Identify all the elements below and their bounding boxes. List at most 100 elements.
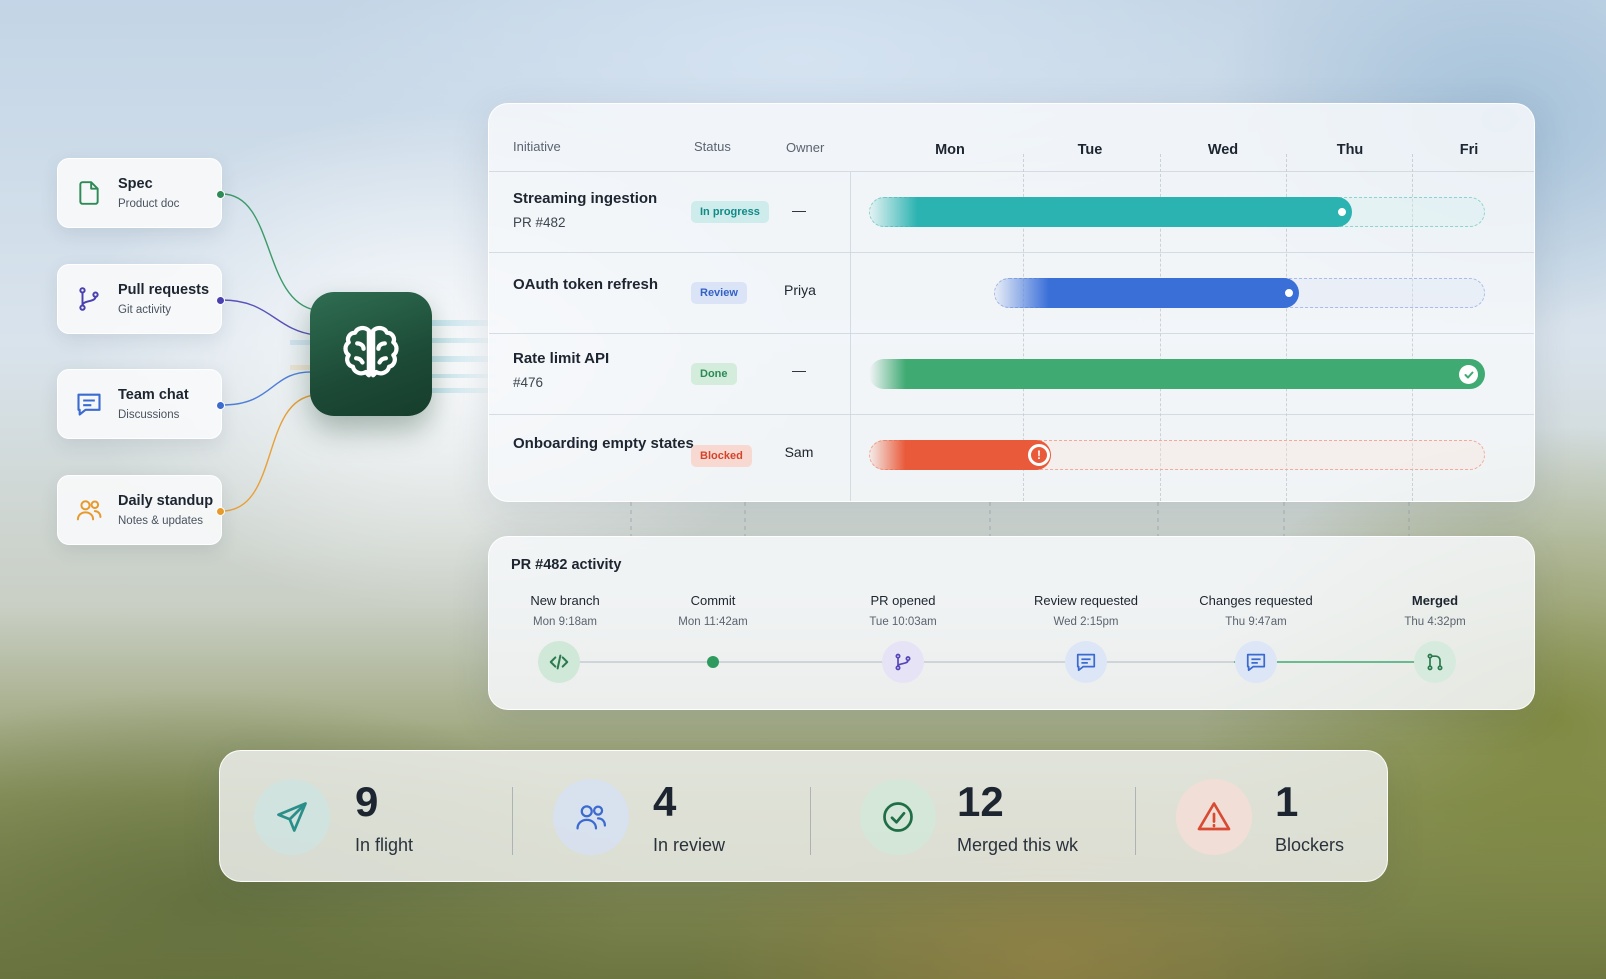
source-card-spec[interactable]: Spec Product doc <box>57 158 225 228</box>
event-time: Thu 4:32pm <box>1404 616 1466 628</box>
event-time: Tue 10:03am <box>869 616 937 628</box>
day-header-thu: Thu <box>1336 142 1364 158</box>
task-name: OAuth token refresh <box>513 276 659 293</box>
ai-hub[interactable] <box>310 292 432 416</box>
status-badge: Done <box>691 363 737 385</box>
stat-divider <box>810 787 811 855</box>
progress-handle[interactable] <box>1333 203 1351 221</box>
git-branch-icon <box>74 284 104 314</box>
day-header-wed: Wed <box>1207 142 1239 158</box>
source-title: Daily standup <box>118 493 214 509</box>
commit-dot[interactable] <box>707 656 719 668</box>
warning-icon <box>1176 779 1252 855</box>
activity-event: New branch Mon 9:18am <box>530 593 599 628</box>
column-header-owner: Owner <box>786 140 825 155</box>
activity-event: Review requested Wed 2:15pm <box>1034 593 1138 628</box>
initiatives-gantt-panel: Initiative Status Owner Mon Tue Wed Thu … <box>488 103 1535 502</box>
progress-handle[interactable] <box>1280 284 1298 302</box>
source-subtitle: Discussions <box>118 409 180 421</box>
stat-divider <box>512 787 513 855</box>
brain-icon <box>343 325 399 378</box>
send-icon <box>254 779 330 855</box>
task-name: Streaming ingestion <box>513 190 658 207</box>
source-card-pull-requests[interactable]: Pull requests Git activity <box>57 264 225 334</box>
row-divider <box>489 171 1534 172</box>
task-name: Onboarding empty states <box>513 435 694 452</box>
event-label: Changes requested <box>1199 593 1313 608</box>
chat-icon[interactable] <box>1065 641 1107 683</box>
source-port-dot <box>216 401 225 410</box>
stat-value-merged: 12 <box>957 778 1004 825</box>
activity-event: Merged Thu 4:32pm <box>1404 593 1465 628</box>
gantt-row-onboarding-empty-states[interactable]: Onboarding empty states <box>513 435 694 452</box>
event-time: Mon 11:42am <box>678 616 748 628</box>
users-icon <box>74 495 104 525</box>
activity-event: PR opened Tue 10:03am <box>869 593 936 628</box>
event-time: Wed 2:15pm <box>1053 616 1119 628</box>
source-port-dot <box>216 190 225 199</box>
source-subtitle: Notes & updates <box>118 515 204 527</box>
stat-value-blockers: 1 <box>1275 778 1299 825</box>
event-label: Commit <box>690 593 736 608</box>
column-header-status: Status <box>694 139 731 154</box>
source-card-daily-standup[interactable]: Daily standup Notes & updates <box>57 475 225 545</box>
event-label: Merged <box>1411 593 1459 608</box>
task-subtitle: #476 <box>513 375 544 390</box>
stat-label-blockers: Blockers <box>1275 835 1345 855</box>
stat-value-in-review: 4 <box>653 778 677 825</box>
stat-label-in-flight: In flight <box>355 835 414 855</box>
source-subtitle: Git activity <box>118 304 172 316</box>
column-divider <box>850 172 851 501</box>
progress-bar-streaming-ingestion[interactable] <box>869 197 1352 227</box>
stat-label-in-review: In review <box>653 835 726 855</box>
row-divider <box>489 333 1534 334</box>
source-port-dot <box>216 507 225 516</box>
day-header-tue: Tue <box>1077 142 1103 158</box>
stat-value-in-flight: 9 <box>355 778 379 825</box>
task-name: Rate limit API <box>513 350 610 367</box>
source-port-dot <box>216 296 225 305</box>
status-badge: In progress <box>691 201 769 223</box>
gantt-row-oauth-token-refresh[interactable]: OAuth token refresh <box>513 276 658 293</box>
source-title: Pull requests <box>118 282 210 298</box>
day-header-fri: Fri <box>1459 142 1479 158</box>
document-icon <box>74 178 104 208</box>
event-time: Thu 9:47am <box>1225 616 1287 628</box>
event-label: Review requested <box>1033 593 1139 608</box>
stat-label-merged: Merged this wk <box>957 835 1079 855</box>
chat-icon <box>74 389 104 419</box>
gantt-row-rate-limit-api[interactable]: Rate limit API #476 <box>513 350 609 390</box>
day-header-mon: Mon <box>935 142 965 158</box>
check-circle-icon <box>860 779 936 855</box>
users-icon <box>553 779 629 855</box>
gantt-row-streaming-ingestion[interactable]: Streaming ingestion PR #482 <box>513 190 657 230</box>
status-badge: Blocked <box>691 445 752 467</box>
column-header-initiative: Initiative <box>513 139 561 154</box>
pr-activity-panel: PR #482 activity New branch Mon 9:18am C… <box>488 536 1535 710</box>
row-divider <box>489 414 1534 415</box>
chat-icon[interactable] <box>1235 641 1277 683</box>
owner-value: Sam <box>784 444 814 460</box>
progress-bar-oauth-token-refresh[interactable] <box>994 278 1299 308</box>
activity-event: Commit Mon 11:42am <box>678 593 747 628</box>
progress-bar-rate-limit-api[interactable] <box>869 359 1485 389</box>
git-merge-icon[interactable] <box>1414 641 1456 683</box>
task-subtitle: PR #482 <box>513 215 566 230</box>
source-title: Team chat <box>118 387 189 403</box>
activity-event: Changes requested Thu 9:47am <box>1199 593 1312 628</box>
event-label: PR opened <box>870 593 936 608</box>
progress-bar-onboarding-empty-states[interactable] <box>869 440 1051 470</box>
status-badge: Review <box>691 282 747 304</box>
row-divider <box>489 252 1534 253</box>
owner-value: Priya <box>784 282 816 298</box>
source-card-team-chat[interactable]: Team chat Discussions <box>57 369 225 439</box>
activity-timeline-line <box>559 657 1449 667</box>
check-icon <box>1459 365 1478 384</box>
stats-bar: 9 In flight 4 In review 12 Merged this w… <box>219 750 1388 882</box>
git-branch-icon[interactable] <box>882 641 924 683</box>
owner-value: — <box>792 362 806 378</box>
stat-divider <box>1135 787 1136 855</box>
event-label: New branch <box>530 593 600 608</box>
code-icon[interactable] <box>538 641 580 683</box>
source-subtitle: Product doc <box>118 198 180 210</box>
